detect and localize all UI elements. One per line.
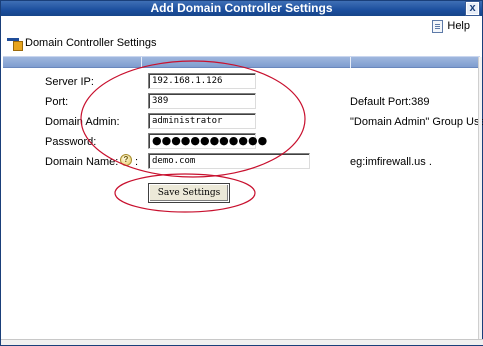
section-header: Domain Controller Settings (7, 35, 156, 51)
domain-admin-input[interactable]: administrator (148, 113, 256, 129)
server-ip-label: Server IP: (45, 76, 94, 88)
port-hint: Default Port:389 (350, 96, 430, 108)
window-title: Add Domain Controller Settings (150, 1, 333, 15)
right-scroll-edge[interactable] (478, 57, 482, 342)
domain-name-row: Domain Name: ? : demo.com eg:imfirewall.… (1, 153, 483, 171)
domain-name-colon: : (135, 156, 139, 168)
server-ip-row: Server IP: 192.168.1.126 (1, 73, 483, 91)
close-button[interactable]: x (465, 1, 480, 16)
domain-name-label: Domain Name: (45, 156, 119, 168)
password-label: Password: (45, 136, 97, 148)
question-help-icon[interactable]: ? (120, 154, 132, 166)
dialog-window: Add Domain Controller Settings x Help Do… (0, 0, 483, 346)
header-band (3, 56, 480, 68)
port-row: Port: 389 Default Port:389 (1, 93, 483, 111)
domain-name-input[interactable]: demo.com (148, 153, 310, 169)
domain-name-hint: eg:imfirewall.us . (350, 156, 432, 168)
port-label: Port: (45, 96, 69, 108)
domain-admin-row: Domain Admin: administrator "Domain Admi… (1, 113, 483, 131)
domain-controller-icon (7, 37, 23, 51)
password-row: Password: ●●●●●●●●●●●● (1, 133, 483, 151)
port-input[interactable]: 389 (148, 93, 256, 109)
save-settings-button[interactable]: Save Settings (148, 183, 230, 203)
bottom-status-bar (1, 339, 483, 345)
window-titlebar[interactable]: Add Domain Controller Settings x (1, 1, 482, 16)
help-label: Help (447, 20, 470, 32)
section-title: Domain Controller Settings (25, 37, 157, 49)
help-link[interactable]: Help (432, 18, 470, 34)
band-divider (350, 57, 351, 68)
domain-admin-label: Domain Admin: (45, 116, 120, 128)
annotation-overlay (80, 60, 306, 213)
server-ip-input[interactable]: 192.168.1.126 (148, 73, 256, 89)
help-document-icon (432, 19, 444, 33)
domain-admin-hint: "Domain Admin" Group User (350, 116, 483, 128)
band-divider (141, 57, 142, 68)
password-input[interactable]: ●●●●●●●●●●●● (148, 133, 267, 149)
